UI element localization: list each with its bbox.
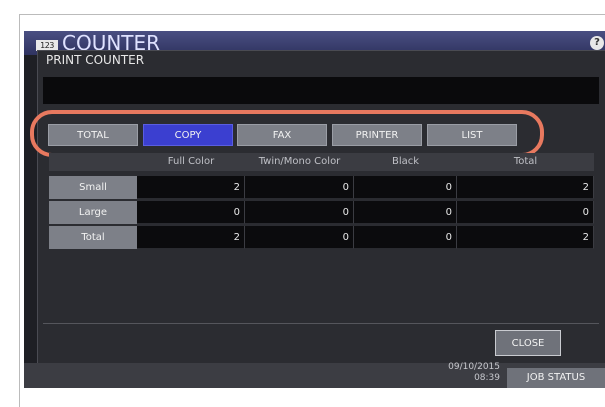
table-cell: 2 bbox=[457, 226, 594, 249]
table-cell: 0 bbox=[137, 201, 245, 224]
table-cell: 0 bbox=[245, 201, 354, 224]
table-cell: 0 bbox=[354, 226, 457, 249]
job-status-button[interactable]: JOB STATUS bbox=[507, 368, 605, 388]
table-cell: 0 bbox=[354, 176, 457, 199]
table-cell: 0 bbox=[457, 201, 594, 224]
table-header-corner bbox=[49, 153, 137, 171]
table-cell: 0 bbox=[354, 201, 457, 224]
column-header-black: Black bbox=[354, 153, 457, 171]
row-label-small: Small bbox=[49, 176, 137, 199]
divider bbox=[43, 323, 599, 324]
column-header-twin-mono-color: Twin/Mono Color bbox=[245, 153, 354, 171]
left-panel bbox=[24, 55, 37, 372]
date-text: 09/10/2015 bbox=[448, 362, 500, 372]
row-label-large: Large bbox=[49, 201, 137, 224]
row-label-total: Total bbox=[49, 226, 137, 249]
column-header-full-color: Full Color bbox=[137, 153, 245, 171]
table-cell: 2 bbox=[137, 176, 245, 199]
tab-highlight-outline bbox=[30, 110, 544, 157]
datetime: 09/10/2015 08:39 bbox=[436, 362, 500, 384]
help-icon[interactable]: ? bbox=[590, 36, 604, 50]
table-cell: 0 bbox=[245, 226, 354, 249]
table-cell: 2 bbox=[137, 226, 245, 249]
column-header-total: Total bbox=[457, 153, 594, 171]
close-button[interactable]: CLOSE bbox=[495, 330, 561, 356]
dialog-title: PRINT COUNTER bbox=[46, 53, 145, 67]
message-area bbox=[43, 77, 599, 104]
time-text: 08:39 bbox=[474, 373, 500, 383]
table-cell: 0 bbox=[245, 176, 354, 199]
table-cell: 2 bbox=[457, 176, 594, 199]
